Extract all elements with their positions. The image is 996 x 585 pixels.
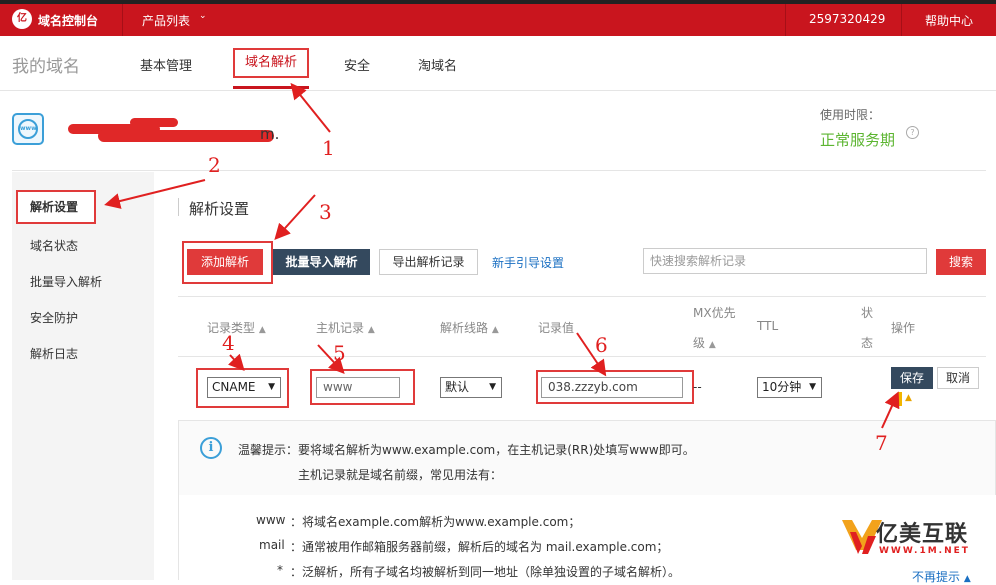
annotation-number: 5 [333,341,346,365]
annotation-number: 7 [875,431,888,455]
arrow-3 [274,194,316,240]
arrow-1 [290,82,331,133]
annotation-number: 6 [595,333,608,357]
arrow-7 [881,391,900,429]
annotation-number: 1 [322,136,335,160]
annotation-number: 2 [208,153,221,177]
annotation-arrows [104,82,900,429]
arrow-4 [227,353,245,371]
annotation-number: 3 [319,200,332,224]
arrow-2 [104,179,206,209]
annotation-number: 4 [222,331,235,355]
